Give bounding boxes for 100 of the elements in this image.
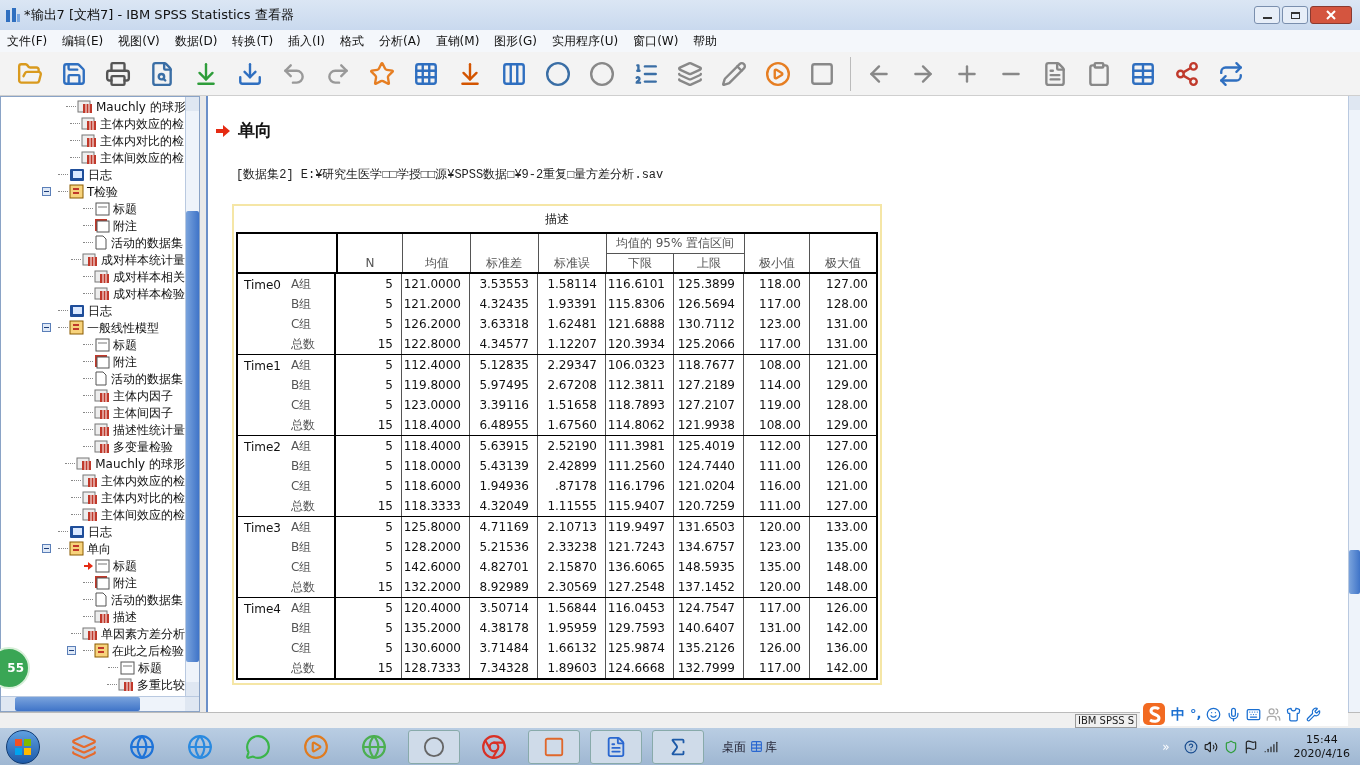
collapse-toggle[interactable] — [66, 646, 76, 655]
tree-item[interactable]: 主体间因子 — [113, 405, 173, 420]
flag-icon[interactable] — [1243, 739, 1258, 754]
tree-item[interactable]: 标题 — [138, 660, 162, 675]
tree-item[interactable]: 成对样本相关 — [113, 269, 185, 284]
help-icon[interactable] — [1183, 739, 1198, 754]
collapse-toggle[interactable] — [41, 323, 51, 332]
menu-item[interactable]: 图形(G) — [493, 32, 538, 50]
table-cell-text: 131.00 — [825, 335, 869, 353]
maximize-button[interactable] — [1282, 6, 1308, 24]
tree-item[interactable]: 主体间效应的检 — [100, 150, 184, 165]
tree-item[interactable]: 描述性统计量 — [113, 422, 185, 437]
microphone-icon[interactable] — [1226, 706, 1242, 722]
menu-item[interactable]: 数据(D) — [173, 32, 219, 50]
tree-item[interactable]: 附注 — [113, 354, 137, 369]
tree-item[interactable]: 日志 — [88, 524, 112, 539]
tree-item[interactable]: T检验 — [87, 184, 119, 199]
dataset-path: [数据集2] E:¥研究生医学□□学授□□源¥SPSS数据□¥9-2重复□量方差分析.sav — [236, 166, 665, 184]
tree-item[interactable]: 日志 — [88, 167, 112, 182]
collapse-toggle[interactable] — [41, 544, 51, 553]
menu-item[interactable]: 插入(I) — [287, 32, 326, 50]
tree-item[interactable]: 主体内对比的检 — [100, 133, 184, 148]
table-cell-text: 127.00 — [825, 275, 869, 293]
tree-item[interactable]: 描述 — [113, 609, 137, 624]
table-cell-text: 128.00 — [825, 396, 869, 414]
table-cell: 5.97495 — [470, 374, 538, 395]
menu-item[interactable]: 直销(M) — [434, 32, 481, 50]
table-cell-text: 131.00 — [825, 315, 869, 333]
tree-item[interactable]: 活动的数据集 — [111, 235, 183, 250]
presentation-icon[interactable] — [528, 729, 580, 764]
clock-date[interactable]: 2020/4/16 — [1293, 746, 1350, 761]
library-label[interactable]: 库 — [765, 737, 777, 756]
tree-item[interactable]: 活动的数据集 — [111, 592, 183, 607]
status-text: IBM SPSS S — [1075, 713, 1138, 728]
clock-time[interactable]: 15:44 — [1305, 732, 1338, 747]
table-cell: 119.00 — [744, 394, 810, 415]
minimize-button[interactable] — [1254, 6, 1280, 24]
table-cell: 148.5935 — [674, 556, 744, 577]
vertical-scrollbar[interactable] — [1348, 96, 1360, 712]
current-arrow-icon — [216, 124, 230, 137]
volume-icon[interactable] — [1203, 739, 1218, 754]
tree-item[interactable]: 一般线性模型 — [87, 320, 159, 335]
library-icon[interactable] — [750, 740, 763, 753]
users-icon[interactable] — [1266, 706, 1282, 722]
tree-item[interactable]: 主体内对比的检 — [101, 490, 185, 505]
tree-item[interactable]: 活动的数据集 — [111, 371, 183, 386]
keyboard-icon[interactable] — [1246, 706, 1262, 722]
tree-item[interactable]: 多重比较 — [137, 677, 185, 692]
menu-item[interactable]: 文件(F) — [6, 32, 49, 50]
menu-item[interactable]: 转换(T) — [231, 32, 275, 50]
tree-item[interactable]: 标题 — [113, 201, 137, 216]
menu-item[interactable]: 格式 — [339, 32, 365, 50]
start-button[interactable] — [6, 729, 40, 764]
toolbar-label[interactable]: 桌面 — [722, 737, 746, 756]
shirt-icon[interactable] — [1286, 706, 1302, 722]
document-app-icon[interactable] — [590, 729, 642, 764]
table-cell: 130.6000 — [402, 637, 470, 658]
tree-item[interactable]: Mauchly 的球形 — [95, 456, 185, 471]
tree-item[interactable]: 单因素方差分析 — [101, 626, 185, 641]
input-method-logo[interactable] — [1142, 702, 1166, 726]
tree-item[interactable]: 主体内因子 — [113, 388, 173, 403]
vertical-scrollbar[interactable] — [185, 97, 199, 696]
tree-item[interactable]: 主体内效应的检 — [101, 473, 185, 488]
tree-item[interactable]: 成对样本统计量 — [101, 252, 185, 267]
tree-item[interactable]: 日志 — [88, 303, 112, 318]
folder-icon — [69, 320, 84, 335]
table-cell: 124.7440 — [674, 455, 744, 476]
input-mode-toggle[interactable]: 中 — [1171, 703, 1185, 725]
table-cell: 112.00 — [744, 435, 810, 456]
tree-item[interactable]: Mauchly 的球形 — [96, 99, 185, 114]
tree-item[interactable]: 附注 — [113, 218, 137, 233]
tree-item[interactable]: 成对样本检验 — [113, 286, 185, 301]
menu-item[interactable]: 帮助 — [692, 32, 719, 50]
window-title: *输出7 [文档7] - IBM SPSS Statistics 查看器 — [24, 6, 294, 25]
emoji-icon[interactable] — [1206, 706, 1222, 722]
table-icon — [94, 286, 110, 301]
folder-icon — [94, 643, 109, 658]
signal-icon[interactable] — [1263, 739, 1278, 754]
tree-item[interactable]: 主体间效应的检 — [101, 507, 185, 522]
menu-item[interactable]: 窗口(W) — [632, 32, 680, 50]
table-icon — [94, 405, 110, 420]
close-button[interactable] — [1310, 6, 1352, 24]
table-cell: 125.3899 — [674, 273, 744, 294]
tree-item[interactable]: 标题 — [113, 337, 137, 352]
menu-item[interactable]: 视图(V) — [117, 32, 161, 50]
punctuation-toggle[interactable]: °, — [1190, 704, 1202, 724]
tree-item[interactable]: 标题 — [113, 558, 137, 573]
tree-item[interactable]: 在此之后检验 — [112, 643, 184, 658]
wrench-icon[interactable] — [1306, 706, 1322, 722]
tree-item[interactable]: 多变量检验 — [113, 439, 173, 454]
tree-item[interactable]: 附注 — [113, 575, 137, 590]
collapse-toggle[interactable] — [41, 187, 51, 196]
tree-item[interactable]: 主体内效应的检 — [100, 116, 184, 131]
table-cell: 118.7677 — [674, 354, 744, 375]
horizontal-scrollbar[interactable] — [1, 696, 199, 711]
menu-item[interactable]: 编辑(E) — [61, 32, 105, 50]
statistics-app-icon[interactable] — [652, 729, 704, 764]
menu-item[interactable]: 实用程序(U) — [551, 32, 620, 50]
menu-item[interactable]: 分析(A) — [378, 32, 422, 50]
tree-item[interactable]: 单向 — [87, 541, 111, 556]
